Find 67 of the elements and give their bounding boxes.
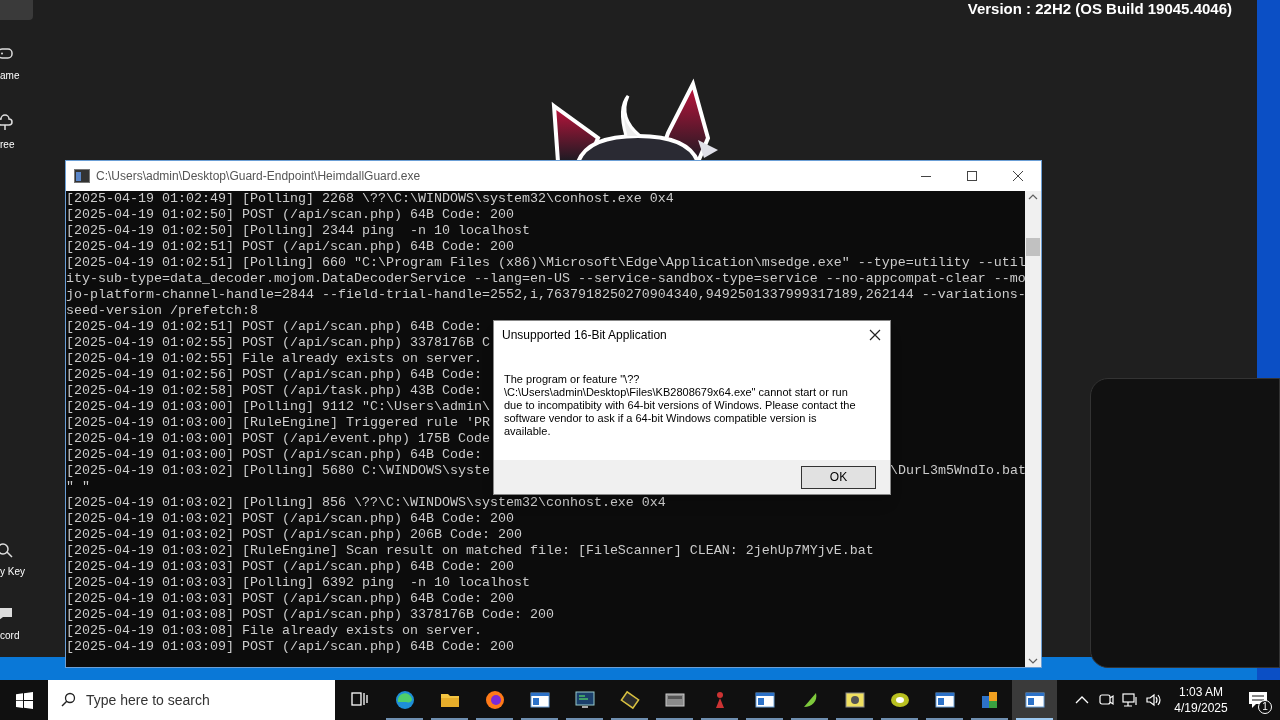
console-line: [2025-04-19 01:03:02] [RuleEngine] Scan result on matched file: [FileScanner] CLEAN: 2jehUp7MYjvE.bat bbox=[66, 543, 874, 559]
console-line: [2025-04-19 01:03:00] [RuleEngine] Triggered rule 'PR bbox=[66, 415, 490, 431]
shortcut-label[interactable]: ree bbox=[0, 137, 15, 152]
console-line: [2025-04-19 01:03:03] POST (/api/scan.php) 64B Code: 200 bbox=[66, 591, 514, 607]
key-icon[interactable] bbox=[0, 540, 14, 558]
notification-button[interactable]: 1 bbox=[1236, 680, 1280, 720]
console-line: [2025-04-19 01:03:08] File already exists on server. bbox=[66, 623, 482, 639]
flag-icon bbox=[979, 690, 1000, 710]
tree-icon[interactable] bbox=[0, 113, 14, 131]
shortcut-label[interactable]: cord bbox=[0, 628, 20, 643]
version-text: Version : 22H2 (OS Build 19045.4046) bbox=[967, 0, 1232, 19]
console-line: [2025-04-19 01:03:02] POST (/api/scan.php) 206B Code: 200 bbox=[66, 527, 522, 543]
console-line: [2025-04-19 01:02:50] [Polling] 2344 ping -n 10 localhost bbox=[66, 223, 530, 239]
ok-button[interactable]: OK bbox=[801, 465, 876, 489]
console-line: [2025-04-19 01:02:55] POST (/api/scan.php) 3378176B C bbox=[66, 335, 490, 351]
console-line: [2025-04-19 01:02:51] [Polling] 660 "C:\Program Files (x86)\Microsoft\Edge\Application\msedge.exe" --type=utility --util bbox=[66, 255, 1025, 271]
console-line: [2025-04-19 01:02:58] POST (/api/task.php) 43B Code: bbox=[66, 383, 482, 399]
console-line: [2025-04-19 01:03:03] [Polling] 6392 ping -n 10 localhost bbox=[66, 575, 530, 591]
monitor-icon bbox=[574, 690, 595, 710]
console-line: [2025-04-19 01:03:08] POST (/api/scan.php) 3378176B Code: 200 bbox=[66, 607, 554, 623]
desktop-tile bbox=[0, 0, 33, 20]
console-icon bbox=[74, 169, 90, 183]
clock[interactable]: 1:03 AM 4/19/2025 bbox=[1166, 680, 1236, 720]
minimize-icon bbox=[921, 175, 931, 177]
close-icon bbox=[868, 328, 882, 342]
close-icon bbox=[1013, 171, 1023, 181]
maximize-icon bbox=[967, 171, 977, 181]
console-line: \DurL3m5WndIo.bat bbox=[890, 463, 1025, 479]
console-line: [2025-04-19 01:03:02] POST (/api/scan.php) 64B Code: 200 bbox=[66, 511, 514, 527]
window-icon bbox=[754, 690, 775, 710]
shortcut-label[interactable]: ame bbox=[0, 68, 20, 83]
search-icon bbox=[60, 692, 76, 708]
window-icon bbox=[529, 690, 550, 710]
console-line: [2025-04-19 01:03:02] [Polling] 856 \??\C:\WINDOWS\system32\conhost.exe 0x4 bbox=[66, 495, 666, 511]
console-line: [2025-04-19 01:03:00] [Polling] 9112 "C:\Users\admin\ bbox=[66, 399, 490, 415]
console-line: [2025-04-19 01:02:56] POST (/api/scan.php) 64B Code: bbox=[66, 367, 482, 383]
console-line: [2025-04-19 01:03:03] POST (/api/scan.php) 64B Code: 200 bbox=[66, 559, 514, 575]
dialog-title: Unsupported 16-Bit Application bbox=[502, 327, 668, 344]
shortcut-label[interactable]: y Key bbox=[0, 564, 25, 579]
search-field[interactable]: Type here to search bbox=[48, 680, 335, 720]
window-icon bbox=[1024, 690, 1045, 710]
console-line: ity-sub-type=data_decoder.mojom.DataDecoderService --lang=en-US --service-sandbox-type=service --no-appcompat-clear --mo bbox=[66, 271, 1025, 287]
window-icon bbox=[934, 690, 955, 710]
scroll-up-icon[interactable] bbox=[1028, 193, 1038, 201]
browser-icon bbox=[394, 690, 415, 710]
console-line: [2025-04-19 01:02:55] File already exists on server. bbox=[66, 351, 482, 367]
windows-icon bbox=[15, 691, 33, 709]
console-line: [2025-04-19 01:03:00] POST (/api/scan.php) 64B Code: bbox=[66, 447, 482, 463]
console-line: [2025-04-19 01:02:50] POST (/api/scan.php) 64B Code: 200 bbox=[66, 207, 514, 223]
taskbar-app-button[interactable] bbox=[1012, 680, 1057, 720]
console-line: seed-version /prefetch:8 bbox=[66, 303, 258, 319]
console-line: jo-platform-channel-handle=2844 --field-trial-handle=2552,i,7637918250270904340,9492501337999317189,262144 --variations- bbox=[66, 287, 1025, 303]
console-line: [2025-04-19 01:02:51] POST (/api/scan.php) 64B Code: bbox=[66, 319, 482, 335]
console-line: [2025-04-19 01:02:51] POST (/api/scan.php) 64B Code: 200 bbox=[66, 239, 514, 255]
notification-count: 1 bbox=[1258, 700, 1272, 714]
dialog-message: The program or feature "\??\C:\Users\admin\Desktop\Files\KB2808679x64.exe" cannot start or run due to incompatibity with 64-bit versions of Windows. Please contact the software vendor to ask if a 64-bit Windows compatible version is available. bbox=[504, 373, 857, 438]
window-icon bbox=[664, 690, 685, 710]
console-line: [2025-04-19 01:03:02] [Polling] 5680 C:\WINDOWS\syste bbox=[66, 463, 490, 479]
scroll-thumb[interactable] bbox=[1026, 238, 1040, 256]
console-line: [2025-04-19 01:03:00] POST (/api/event.php) 175B Code bbox=[66, 431, 490, 447]
scrollbar[interactable] bbox=[1025, 191, 1041, 667]
window-title: C:\Users\admin\Desktop\Guard-Endpoint\HeimdallGuard.exe bbox=[96, 168, 422, 185]
console-line: [2025-04-19 01:02:49] [Polling] 2268 \??\C:\WINDOWS\system32\conhost.exe 0x4 bbox=[66, 191, 674, 207]
console-line: " " bbox=[66, 479, 90, 495]
browser-icon bbox=[484, 690, 505, 710]
scroll-down-icon[interactable] bbox=[1028, 657, 1038, 665]
console-line: [2025-04-19 01:03:09] POST (/api/scan.php) 64B Code: 200 bbox=[66, 639, 514, 655]
